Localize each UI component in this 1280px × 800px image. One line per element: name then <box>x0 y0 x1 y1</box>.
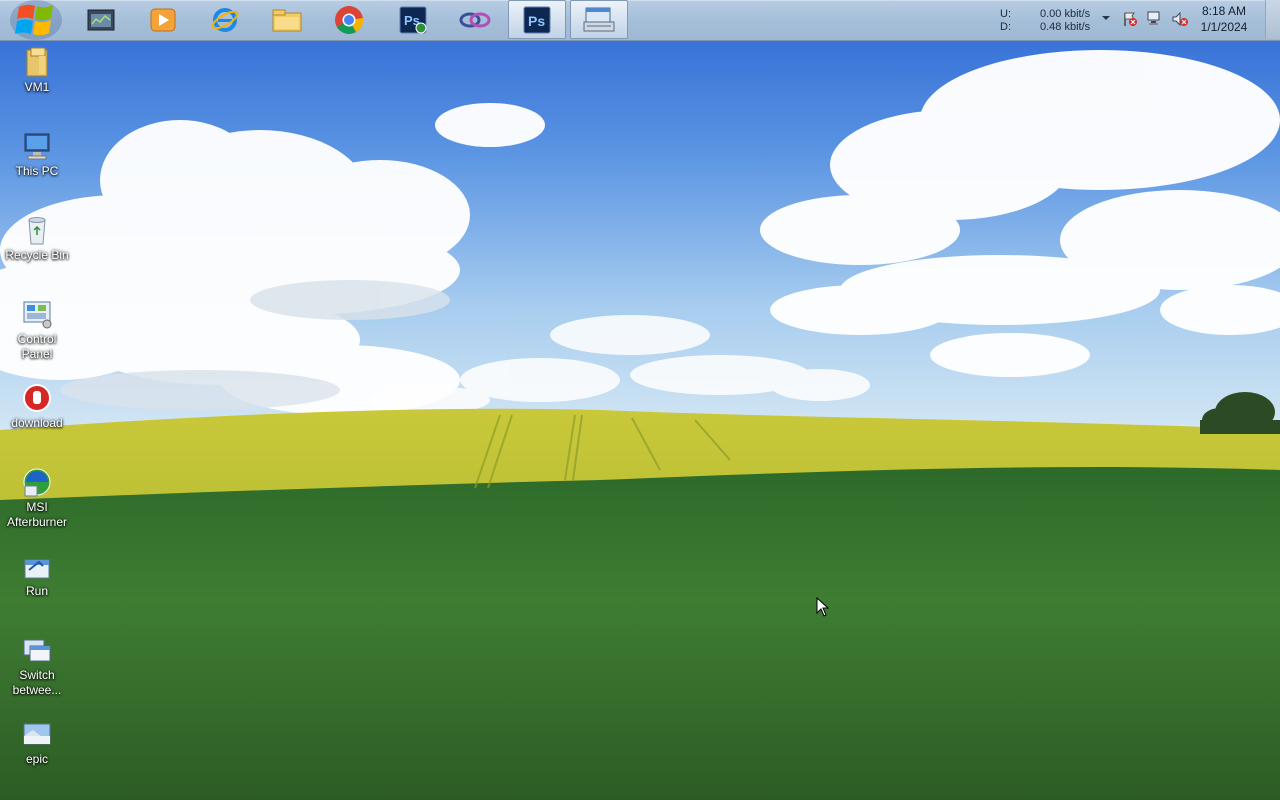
file-explorer-icon <box>272 9 302 31</box>
taskbar-button-photoshop[interactable]: Ps <box>508 0 566 39</box>
desktop-icon-label: download <box>11 416 63 430</box>
link-rings-icon <box>459 12 491 27</box>
desktop-icon-label: Switch betwee... <box>12 668 62 697</box>
action-center-flag-icon[interactable] <box>1122 11 1138 27</box>
start-button[interactable] <box>6 0 64 42</box>
desktop-icon-label: MSI Afterburner <box>6 500 68 529</box>
clock[interactable]: 8:18 AM 1/1/2024 <box>1194 3 1254 35</box>
taskbar-button-chrome[interactable] <box>320 0 378 39</box>
clock-time: 8:18 AM <box>1201 4 1247 18</box>
on-screen-keyboard-icon <box>583 7 615 31</box>
photoshop-icon: Ps <box>523 6 551 33</box>
switch-windows-icon <box>23 639 51 662</box>
taskbar-button-internet-explorer[interactable] <box>196 0 254 39</box>
desktop-icon-switch-windows[interactable]: Switch betwee... <box>2 634 72 698</box>
stop-hand-icon <box>23 384 51 412</box>
desktop-icon-run[interactable]: Run <box>2 550 72 599</box>
desktop-icon-label: Control Panel <box>17 332 57 361</box>
desktop-icon-control-panel[interactable]: Control Panel <box>2 298 72 362</box>
desktop-icon-label: This PC <box>15 164 59 178</box>
wallpaper <box>0 0 1280 800</box>
desktop-icon-label: Run <box>25 584 48 598</box>
desktop-icon-epic[interactable]: epic <box>2 718 72 767</box>
run-icon <box>24 559 50 579</box>
task-manager-icon <box>87 9 115 30</box>
show-desktop-button[interactable] <box>1265 0 1280 39</box>
desktop-icon-label: Recycle Bin <box>5 248 69 262</box>
desktop-icon-this-pc[interactable]: This PC <box>2 130 72 179</box>
taskbar-button-file-explorer[interactable] <box>258 0 316 39</box>
taskbar-button-task-manager[interactable] <box>72 0 130 39</box>
taskbar-button-link-rings[interactable] <box>446 0 504 39</box>
recycle-bin-icon <box>28 217 46 245</box>
net-upload-label: U: <box>1000 8 1011 20</box>
control-panel-icon <box>23 301 52 329</box>
msi-afterburner-icon <box>23 468 51 497</box>
taskbar-button-photoshop-alt[interactable]: Ps <box>384 0 442 39</box>
net-download-label: D: <box>1000 21 1011 33</box>
media-player-icon <box>150 8 176 31</box>
desktop-icon-vm1[interactable]: VM1 <box>2 46 72 95</box>
image-file-icon <box>23 723 51 745</box>
taskbar-button-on-screen-keyboard[interactable] <box>570 0 628 39</box>
taskbar-button-media-player[interactable] <box>134 0 192 39</box>
mouse-cursor-icon <box>816 597 830 617</box>
photoshop-alt-icon: Ps <box>399 6 427 33</box>
internet-explorer-icon <box>211 7 239 32</box>
net-download-value: 0.48 kbit/s <box>1040 21 1091 33</box>
desktop-icon-download[interactable]: download <box>2 382 72 431</box>
folder-icon <box>26 47 48 77</box>
clock-date: 1/1/2024 <box>1200 20 1248 34</box>
chrome-icon <box>335 5 364 34</box>
tray-overflow-chevron-icon[interactable] <box>1101 14 1111 22</box>
desktop-icon-msi-afterburner[interactable]: MSI Afterburner <box>2 466 72 530</box>
computer-icon <box>24 133 50 160</box>
desktop-icon-recycle-bin[interactable]: Recycle Bin <box>2 214 72 263</box>
desktop: VM1 This PC Recycle Bin Control Panel do… <box>0 0 1280 800</box>
windows-logo-icon <box>10 0 62 40</box>
desktop-icon-label: epic <box>25 752 48 766</box>
svg-text:Ps: Ps <box>528 13 545 29</box>
desktop-icon-label: VM1 <box>24 80 50 94</box>
net-upload-value: 0.00 kbit/s <box>1040 8 1091 20</box>
network-icon[interactable] <box>1146 11 1164 27</box>
volume-muted-icon[interactable] <box>1171 11 1189 27</box>
taskbar: Ps Ps U: D: 0.00 kbit/s 0.48 kbit/s 8:18… <box>0 0 1280 41</box>
